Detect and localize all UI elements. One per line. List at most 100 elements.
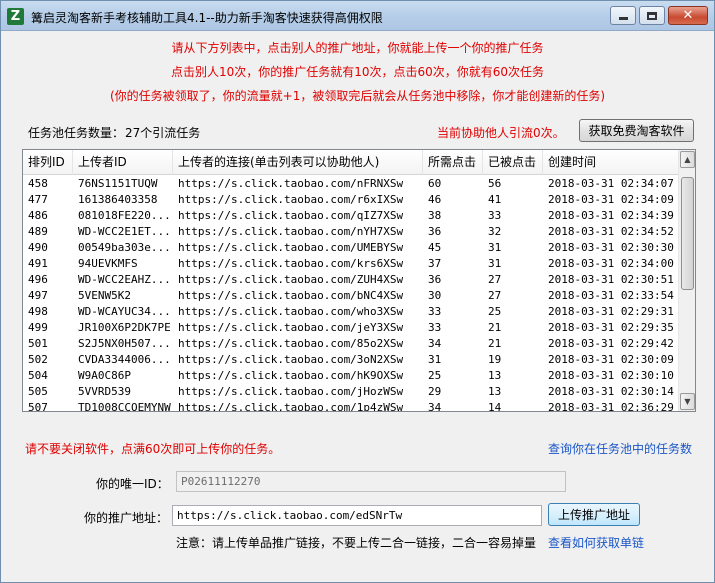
column-header-required[interactable]: 所需点击 [423,150,483,175]
helped-count-text: 当前协助他人引流0次。 [437,126,565,140]
cell-link: https://s.click.taobao.com/bNC4XSw [178,289,404,302]
close-button[interactable]: ✕ [668,6,708,25]
warning-text: 请不要关闭软件，点满60次即可上传你的任务。 [25,442,281,456]
column-header-created[interactable]: 创建时间 [543,150,679,175]
cell-link: https://s.click.taobao.com/qIZ7XSw [178,209,404,222]
cell-uploader: 161386403358 [78,193,158,206]
cell-clicked: 13 [488,369,502,382]
table-body: 458 76NS1151TUQW https://s.click.taobao.co… [23,176,679,412]
title-bar[interactable]: Z 篝启灵淘客新手考核辅助工具4.1--助力新手淘客快速获得高佣权限 ✕ [1,1,714,31]
column-header-link[interactable]: 上传者的连接(单击列表可以协助他人) [173,150,423,175]
cell-uploader: WD-WCC2EAHZ... [78,273,171,286]
window-title: 篝启灵淘客新手考核辅助工具4.1--助力新手淘客快速获得高佣权限 [31,11,383,25]
cell-created: 2018-03-31 02:29:35 [548,321,674,334]
cell-id: 505 [28,385,48,398]
cell-required: 36 [428,225,442,238]
cell-created: 2018-03-31 02:34:52 [548,225,674,238]
query-tasks-link[interactable]: 查询你在任务池中的任务数 [548,440,692,457]
notice-line-1: 请从下方列表中，点击别人的推广地址，你就能上传一个你的推广任务 [171,41,544,55]
cell-required: 34 [428,401,442,412]
task-table[interactable]: 排列ID 上传者ID 上传者的连接(单击列表可以协助他人) 所需点击 已被点击 … [22,149,696,412]
cell-uploader: 76NS1151TUQW [78,177,158,190]
cell-created: 2018-03-31 02:30:51 [548,273,674,286]
unique-id-field: P02611112270 [176,471,566,492]
app-window: Z 篝启灵淘客新手考核辅助工具4.1--助力新手淘客快速获得高佣权限 ✕ 请从下… [0,0,715,583]
cell-clicked: 31 [488,257,502,270]
cell-required: 60 [428,177,442,190]
cell-clicked: 27 [488,289,502,302]
cell-id: 486 [28,209,48,222]
cell-uploader: CVDA3344006... [78,353,171,366]
table-row[interactable]: 498 WD-WCAYUC34... https://s.click.taobao.… [23,304,679,320]
table-row[interactable]: 501 S2J5NX0H507... https://s.click.taobao.… [23,336,679,352]
table-row[interactable]: 490 00549ba303e... https://s.click.taobao.… [23,240,679,256]
cell-required: 33 [428,305,442,318]
scroll-thumb[interactable] [681,177,694,290]
cell-link: https://s.click.taobao.com/UMEBYSw [178,241,404,254]
get-software-button[interactable]: 获取免费淘客软件 [579,119,694,142]
cell-uploader: 94UEVKMFS [78,257,138,270]
cell-link: https://s.click.taobao.com/nYH7XSw [178,225,404,238]
upload-button[interactable]: 上传推广地址 [548,503,640,526]
cell-id: 502 [28,353,48,366]
maximize-button[interactable] [639,6,665,25]
vertical-scrollbar[interactable]: ▲ ▼ [678,150,695,411]
cell-uploader: WD-WCAYUC34... [78,305,171,318]
cell-required: 31 [428,353,442,366]
table-row[interactable]: 505 5VVRD539 https://s.click.taobao.com/jH… [23,384,679,400]
cell-required: 46 [428,193,442,206]
cell-uploader: S2J5NX0H507... [78,337,171,350]
cell-link: https://s.click.taobao.com/85o2XSw [178,337,404,350]
cell-id: 498 [28,305,48,318]
minimize-button[interactable] [610,6,636,25]
scroll-up-icon[interactable]: ▲ [680,151,695,168]
table-row[interactable]: 496 WD-WCC2EAHZ... https://s.click.taobao.… [23,272,679,288]
cell-id: 458 [28,177,48,190]
cell-required: 30 [428,289,442,302]
cell-created: 2018-03-31 02:29:31 [548,305,674,318]
cell-clicked: 33 [488,209,502,222]
table-row[interactable]: 489 WD-WCC2E1ET... https://s.click.taobao.… [23,224,679,240]
column-header-clicked[interactable]: 已被点击 [483,150,543,175]
howto-link[interactable]: 查看如何获取单链 [548,534,644,551]
cell-uploader: WD-WCC2E1ET... [78,225,171,238]
cell-created: 2018-03-31 02:34:07 [548,177,674,190]
table-row[interactable]: 499 JR100X6P2DK7PE https://s.click.taobao.… [23,320,679,336]
column-header-uploader[interactable]: 上传者ID [73,150,173,175]
column-header-id[interactable]: 排列ID [23,150,73,175]
cell-link: https://s.click.taobao.com/r6xIXSw [178,193,404,206]
cell-uploader: W9A0C86P [78,369,131,382]
cell-required: 29 [428,385,442,398]
table-row[interactable]: 491 94UEVKMFS https://s.click.taobao.com/k… [23,256,679,272]
cell-id: 501 [28,337,48,350]
scroll-down-icon[interactable]: ▼ [680,393,695,410]
cell-link: https://s.click.taobao.com/ZUH4XSw [178,273,404,286]
cell-clicked: 27 [488,273,502,286]
table-row[interactable]: 507 TD1008CCOEMYNW https://s.click.taobao.… [23,400,679,412]
table-row[interactable]: 486 081018FE220... https://s.click.taobao.… [23,208,679,224]
promo-url-label: 你的推广地址： [84,511,169,525]
table-row[interactable]: 458 76NS1151TUQW https://s.click.taobao.co… [23,176,679,192]
cell-link: https://s.click.taobao.com/3oN2XSw [178,353,404,366]
cell-created: 2018-03-31 02:34:39 [548,209,674,222]
unique-id-label: 你的唯一ID： [96,477,169,491]
cell-created: 2018-03-31 02:29:42 [548,337,674,350]
table-header: 排列ID 上传者ID 上传者的连接(单击列表可以协助他人) 所需点击 已被点击 … [23,150,679,175]
cell-created: 2018-03-31 02:34:00 [548,257,674,270]
close-icon: ✕ [682,8,694,23]
cell-id: 489 [28,225,48,238]
table-row[interactable]: 477 161386403358 https://s.click.taobao.co… [23,192,679,208]
cell-clicked: 25 [488,305,502,318]
table-row[interactable]: 497 5VENW5K2 https://s.click.taobao.com/bN… [23,288,679,304]
table-row[interactable]: 502 CVDA3344006... https://s.click.taobao.… [23,352,679,368]
table-row[interactable]: 504 W9A0C86P https://s.click.taobao.com/hK… [23,368,679,384]
task-count-value: 27个引流任务 [125,126,201,140]
cell-clicked: 13 [488,385,502,398]
note-text: 注意：请上传单品推广链接，不要上传二合一链接，二合一容易掉量 [176,536,537,550]
cell-required: 25 [428,369,442,382]
promo-url-input[interactable]: https://s.click.taobao.com/edSNrTw [172,505,542,526]
cell-required: 36 [428,273,442,286]
cell-link: https://s.click.taobao.com/jHozWSw [178,385,404,398]
cell-id: 490 [28,241,48,254]
cell-created: 2018-03-31 02:34:09 [548,193,674,206]
